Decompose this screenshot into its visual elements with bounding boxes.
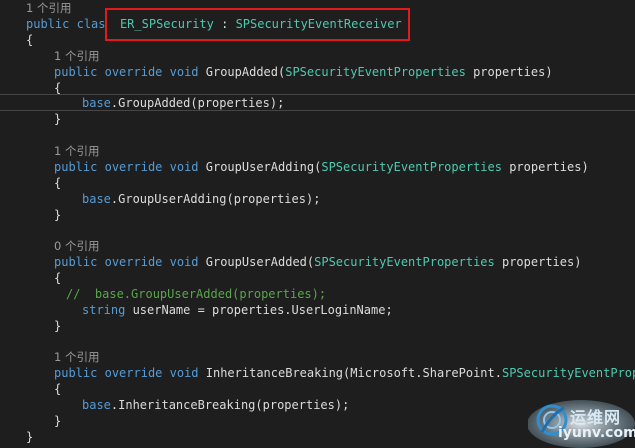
code-token-plain: properties)	[501, 160, 589, 174]
watermark-url: iyunv.com	[558, 425, 635, 441]
code-token-plain: userName = properties.UserLoginName;	[125, 303, 393, 317]
code-token-plain: }	[54, 112, 62, 126]
code-token-kw: void	[169, 65, 199, 79]
code-token-kw: public	[54, 65, 98, 79]
code-token-plain: {	[54, 176, 62, 190]
code-token-kw: base	[82, 192, 111, 206]
code-token-type: SPSecurityEventProperties	[321, 160, 502, 174]
code-token-plain: }	[54, 208, 62, 222]
code-line[interactable]: {	[54, 80, 61, 96]
code-line[interactable]: }	[26, 429, 33, 445]
code-token-kw: override	[104, 65, 163, 79]
code-token-kw: public	[54, 366, 98, 380]
code-line[interactable]: base.GroupUserAdding(properties);	[82, 191, 320, 207]
code-token-kw: void	[169, 255, 199, 269]
code-editor[interactable]: 1 个引用 public clas ER_SPSecurity : SPSecu…	[0, 0, 635, 448]
code-line[interactable]: }	[54, 111, 61, 127]
code-line[interactable]: base.GroupAdded(properties);	[82, 95, 284, 111]
code-token-type: SPSecurityEventPropert	[501, 366, 635, 380]
code-token-kw: void	[169, 366, 199, 380]
codelens-text: 1 个引用	[54, 144, 100, 158]
code-token-plain: properties)	[494, 255, 582, 269]
code-token-kw: base	[82, 96, 111, 110]
code-token-type: SPSecurityEventProperties	[314, 255, 495, 269]
method-inheritance-breaking[interactable]: public override void InheritanceBreaking…	[54, 365, 635, 381]
code-token-kw: public	[54, 160, 98, 174]
code-line[interactable]: }	[54, 318, 61, 334]
code-token-kw: string	[82, 303, 126, 317]
code-token-kw: clas	[76, 17, 106, 31]
codelens-reference-count[interactable]: 1 个引用	[54, 48, 99, 64]
method-group-user-added[interactable]: public override void GroupUserAdded(SPSe…	[54, 254, 581, 270]
comment-line[interactable]: // base.GroupUserAdded(properties);	[66, 286, 326, 302]
watermark-logo: 运维网 iyunv.com	[527, 398, 635, 448]
code-line[interactable]: string userName = properties.UserLoginNa…	[82, 302, 393, 318]
codelens-text: 1 个引用	[54, 350, 100, 364]
code-line[interactable]: base.InheritanceBreaking(properties);	[82, 397, 349, 413]
code-line[interactable]: {	[54, 381, 61, 397]
code-token-plain: {	[26, 33, 34, 47]
code-line[interactable]: {	[54, 270, 61, 286]
code-token-plain: .GroupUserAdding(properties);	[110, 192, 321, 206]
code-token-plain: }	[54, 414, 62, 428]
code-token-plain: .GroupAdded(properties);	[110, 96, 285, 110]
code-token-plain: GroupAdded(	[198, 65, 286, 79]
code-token-kw: void	[169, 160, 199, 174]
codelens-text: 1 个引用	[26, 1, 72, 15]
code-token-kw: override	[104, 255, 163, 269]
codelens-reference-count[interactable]: 0 个引用	[54, 238, 99, 254]
method-group-user-adding[interactable]: public override void GroupUserAdding(SPS…	[54, 159, 589, 175]
code-line[interactable]: {	[26, 32, 33, 48]
code-token-plain: InheritanceBreaking(Microsoft.SharePoint…	[198, 366, 502, 380]
code-token-comment: // base.GroupUserAdded(properties);	[66, 287, 327, 301]
codelens-text: 0 个引用	[54, 239, 100, 253]
code-token-kw: base	[82, 398, 111, 412]
code-token-kw: public	[54, 255, 98, 269]
codelens-reference-count[interactable]: 1 个引用	[54, 143, 99, 159]
code-token-kw: override	[104, 160, 163, 174]
codelens-reference-count[interactable]: 1 个引用	[54, 349, 99, 365]
code-token-kw: override	[104, 366, 163, 380]
code-token-plain: {	[54, 81, 62, 95]
code-token-kw: public	[26, 17, 70, 31]
code-token-plain: {	[54, 271, 62, 285]
code-token-plain: }	[54, 319, 62, 333]
method-group-added[interactable]: public override void GroupAdded(SPSecuri…	[54, 64, 553, 80]
codelens-text: 1 个引用	[54, 49, 100, 63]
code-token-plain: }	[26, 430, 34, 444]
code-token-type: SPSecurityEventProperties	[285, 65, 466, 79]
codelens-reference-count[interactable]: 1 个引用	[26, 0, 71, 16]
code-line[interactable]: {	[54, 175, 61, 191]
code-line[interactable]: }	[54, 207, 61, 223]
code-token-plain: .InheritanceBreaking(properties);	[110, 398, 350, 412]
code-token-plain: GroupUserAdding(	[198, 160, 322, 174]
red-highlight-annotation	[105, 8, 410, 41]
code-token-plain: GroupUserAdded(	[198, 255, 315, 269]
code-token-plain: {	[54, 382, 62, 396]
code-token-plain: properties)	[465, 65, 553, 79]
code-line[interactable]: }	[54, 413, 61, 429]
